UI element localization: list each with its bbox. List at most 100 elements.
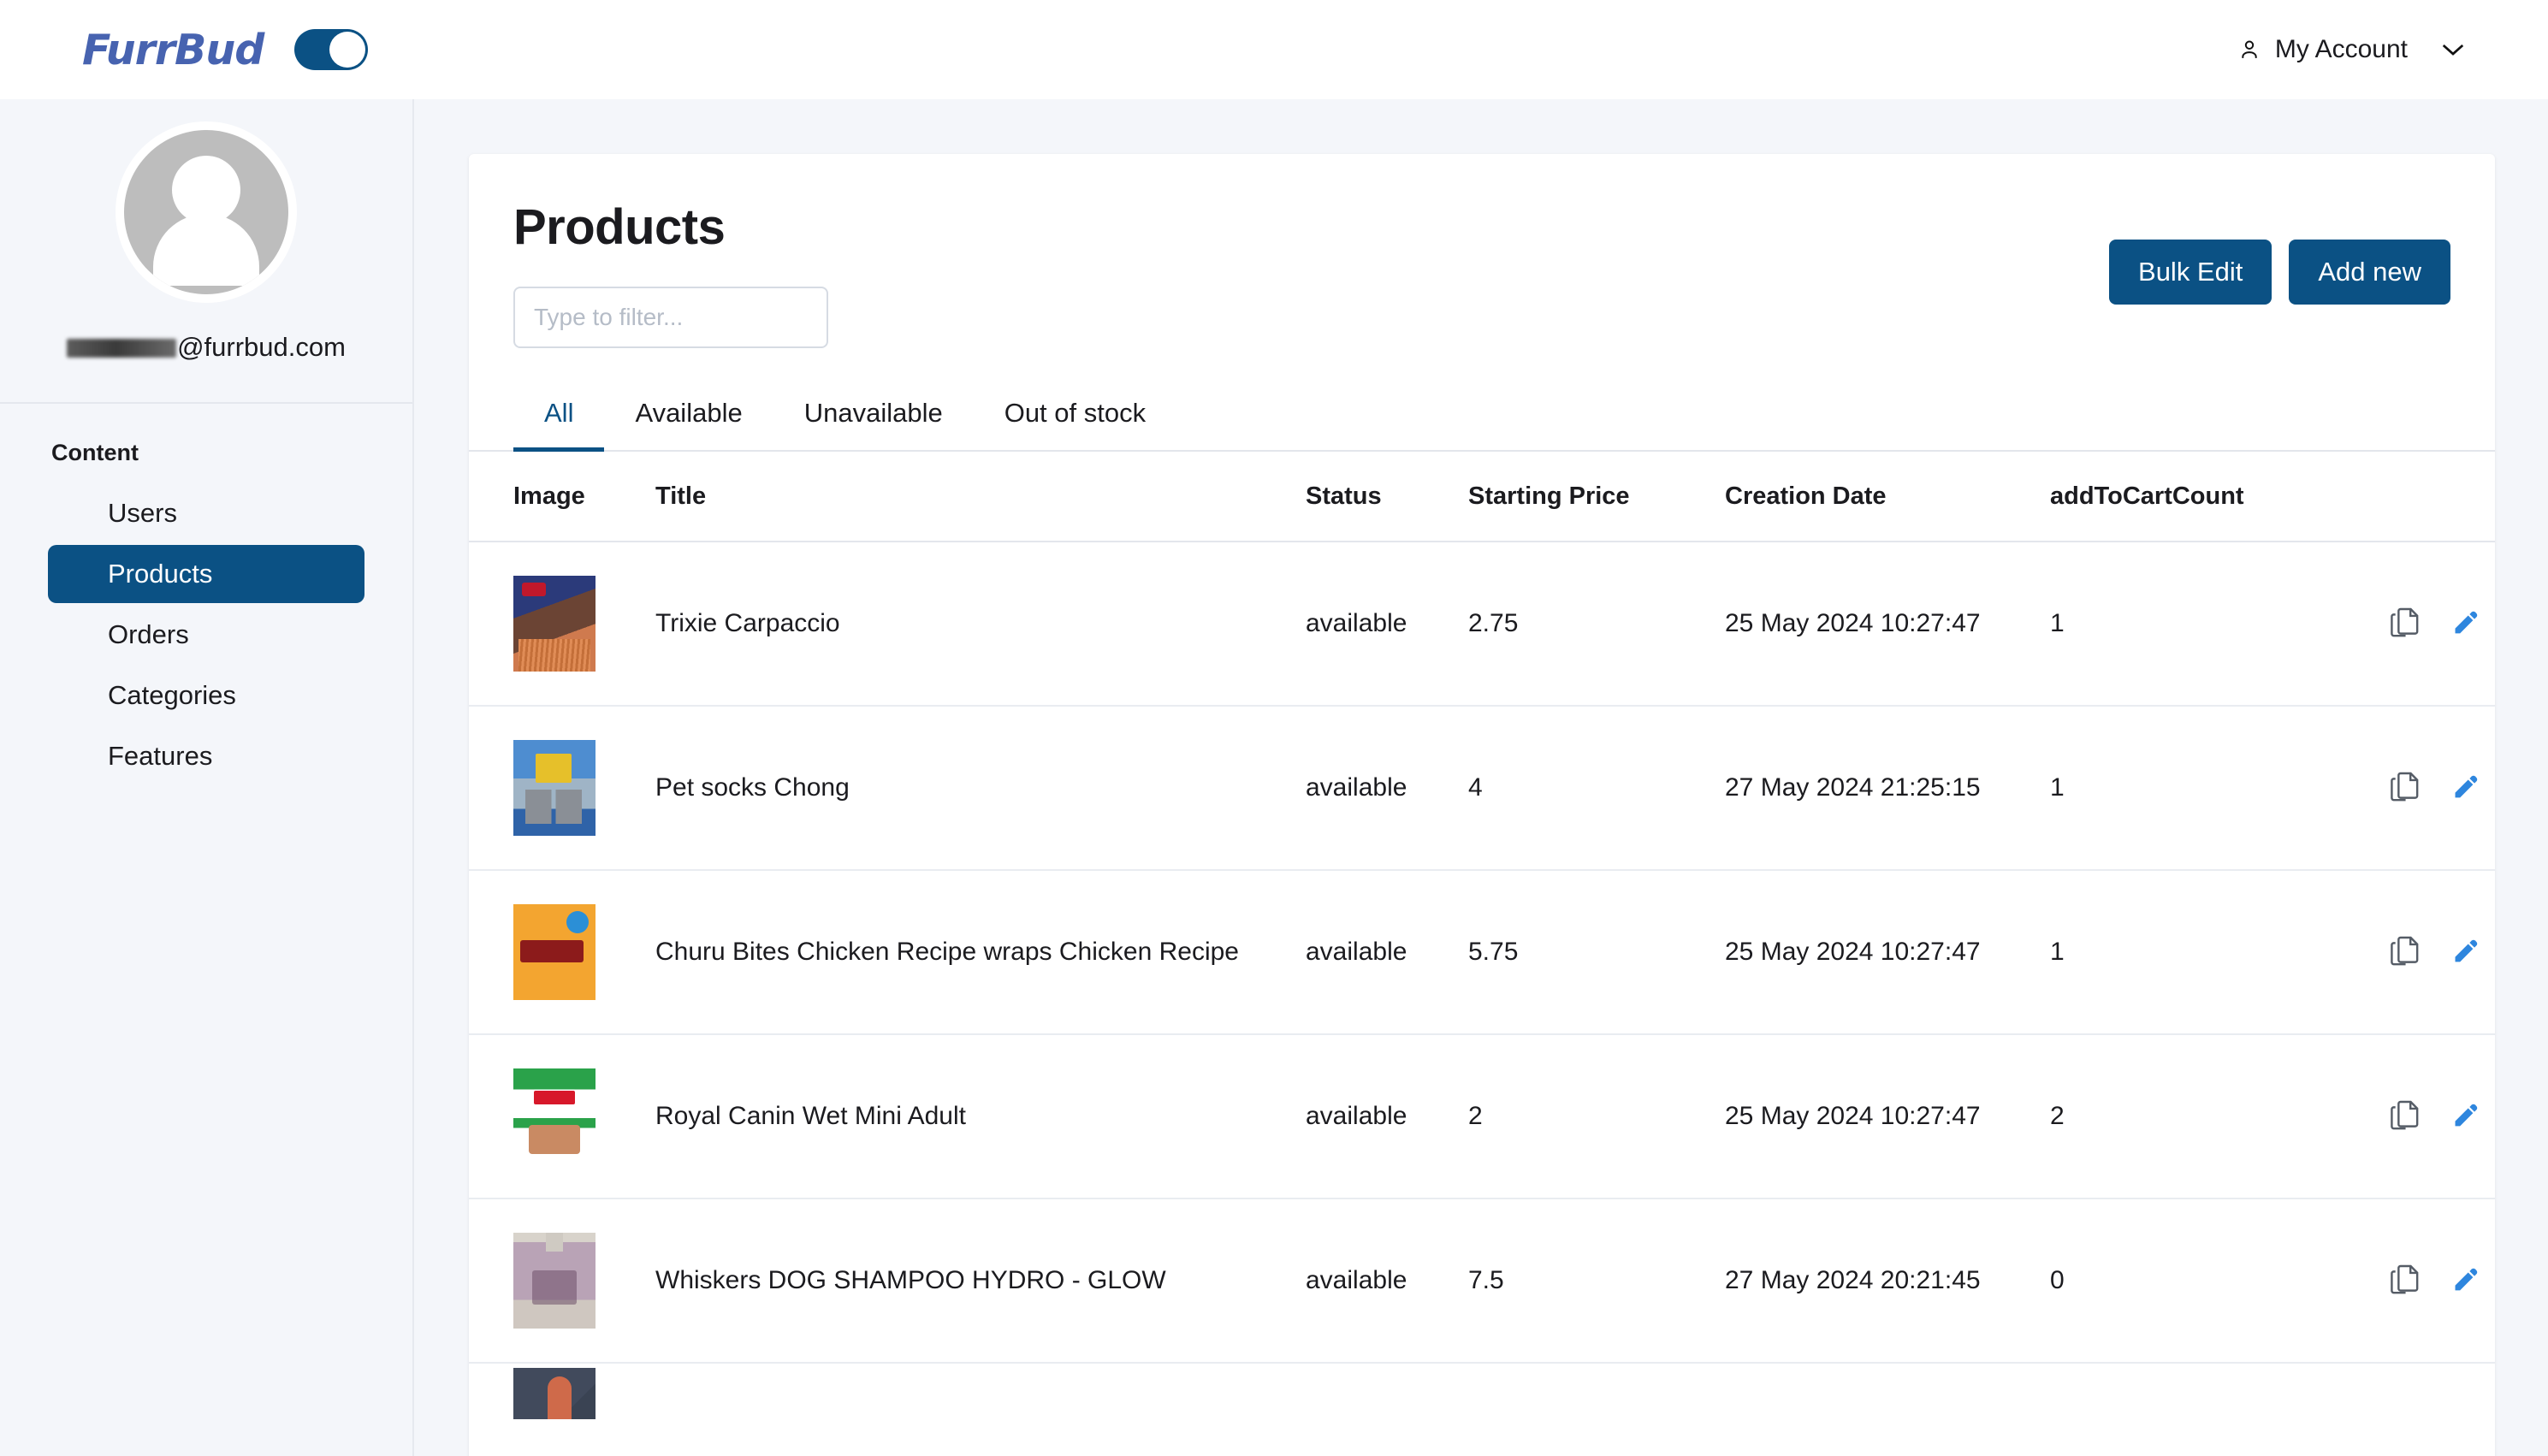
sidebar-nav: Content Users Products Orders Categories… bbox=[0, 404, 412, 785]
column-header-title[interactable]: Title bbox=[655, 452, 1306, 542]
column-header-add-to-cart-count[interactable]: addToCartCount bbox=[2050, 452, 2358, 542]
cell-title: Churu Bites Chicken Recipe wraps Chicken… bbox=[655, 870, 1306, 1034]
duplicate-button[interactable] bbox=[2391, 772, 2420, 804]
duplicate-icon bbox=[2391, 607, 2420, 640]
duplicate-icon bbox=[2391, 772, 2420, 804]
theme-toggle[interactable] bbox=[294, 29, 368, 70]
add-new-button[interactable]: Add new bbox=[2289, 240, 2450, 305]
brand-logo[interactable]: FurrBud 🐾 bbox=[82, 26, 264, 74]
cell-image bbox=[469, 1199, 655, 1363]
cell-title: Pet socks Chong bbox=[655, 706, 1306, 870]
product-thumbnail bbox=[513, 1368, 596, 1419]
tab-out-of-stock[interactable]: Out of stock bbox=[974, 386, 1176, 452]
cell-add-to-cart-count bbox=[2050, 1363, 2358, 1423]
table-body: Trixie Carpaccio available 2.75 25 May 2… bbox=[469, 542, 2495, 1423]
cell-created: 25 May 2024 10:27:47 bbox=[1725, 1034, 2050, 1199]
product-thumbnail bbox=[513, 576, 596, 672]
cell-price: 2 bbox=[1468, 1034, 1725, 1199]
cell-created: 27 May 2024 20:21:45 bbox=[1725, 1199, 2050, 1363]
product-thumbnail bbox=[513, 740, 596, 836]
cell-status: available bbox=[1306, 542, 1468, 706]
tab-unavailable[interactable]: Unavailable bbox=[773, 386, 974, 452]
column-header-status[interactable]: Status bbox=[1306, 452, 1468, 542]
edit-button[interactable] bbox=[2450, 936, 2480, 968]
product-thumbnail bbox=[513, 904, 596, 1000]
edit-button[interactable] bbox=[2450, 1264, 2480, 1297]
my-account-menu[interactable]: My Account bbox=[2237, 35, 2466, 64]
sidebar-item-orders[interactable]: Orders bbox=[48, 606, 364, 664]
sidebar-item-products[interactable]: Products bbox=[48, 545, 364, 603]
cell-created: 25 May 2024 10:27:47 bbox=[1725, 870, 2050, 1034]
product-thumbnail bbox=[513, 1068, 596, 1164]
cell-image bbox=[469, 1363, 655, 1423]
status-tabs: All Available Unavailable Out of stock bbox=[469, 386, 2495, 452]
top-bar: FurrBud 🐾 My Account bbox=[0, 0, 2548, 99]
main-content: Products Bulk Edit Add new All Available… bbox=[416, 99, 2548, 1456]
card-header: Products Bulk Edit Add new bbox=[469, 154, 2495, 348]
cell-actions bbox=[2358, 1034, 2495, 1199]
cell-price: 4 bbox=[1468, 706, 1725, 870]
avatar-body bbox=[153, 214, 259, 286]
cell-actions bbox=[2358, 542, 2495, 706]
cell-add-to-cart-count: 0 bbox=[2050, 1199, 2358, 1363]
edit-button[interactable] bbox=[2450, 772, 2480, 804]
cell-title bbox=[655, 1363, 1306, 1423]
filter-input[interactable] bbox=[513, 287, 828, 348]
edit-pencil-icon bbox=[2450, 608, 2480, 639]
cell-image bbox=[469, 870, 655, 1034]
account-label: My Account bbox=[2275, 35, 2408, 64]
paw-print-icon: 🐾 bbox=[2539, 0, 2548, 7]
duplicate-button[interactable] bbox=[2391, 1100, 2420, 1133]
cell-status: available bbox=[1306, 870, 1468, 1034]
cell-title: Whiskers DOG SHAMPOO HYDRO - GLOW bbox=[655, 1199, 1306, 1363]
logo-text: FurrBud bbox=[82, 26, 264, 74]
edit-button[interactable] bbox=[2450, 1100, 2480, 1133]
column-header-creation-date[interactable]: Creation Date bbox=[1725, 452, 2050, 542]
duplicate-button[interactable] bbox=[2391, 607, 2420, 640]
table-row[interactable]: Royal Canin Wet Mini Adult available 2 2… bbox=[469, 1034, 2495, 1199]
column-header-image[interactable]: Image bbox=[469, 452, 655, 542]
cell-price: 7.5 bbox=[1468, 1199, 1725, 1363]
cell-actions bbox=[2358, 706, 2495, 870]
tab-available[interactable]: Available bbox=[604, 386, 773, 452]
table-row[interactable]: Whiskers DOG SHAMPOO HYDRO - GLOW availa… bbox=[469, 1199, 2495, 1363]
product-thumbnail bbox=[513, 1233, 596, 1329]
duplicate-icon bbox=[2391, 1264, 2420, 1297]
table-header: Image Title Status Starting Price Creati… bbox=[469, 452, 2495, 542]
table-row[interactable]: Pet socks Chong available 4 27 May 2024 … bbox=[469, 706, 2495, 870]
profile-card: @furrbud.com bbox=[0, 99, 412, 404]
cell-actions bbox=[2358, 1363, 2495, 1423]
column-header-starting-price[interactable]: Starting Price bbox=[1468, 452, 1725, 542]
cell-status: available bbox=[1306, 706, 1468, 870]
duplicate-button[interactable] bbox=[2391, 936, 2420, 968]
edit-button[interactable] bbox=[2450, 607, 2480, 640]
duplicate-button[interactable] bbox=[2391, 1264, 2420, 1297]
sidebar-item-categories[interactable]: Categories bbox=[48, 666, 364, 725]
cell-created bbox=[1725, 1363, 2050, 1423]
user-email: @furrbud.com bbox=[0, 332, 412, 363]
table-row-partial[interactable] bbox=[469, 1363, 2495, 1423]
tab-all[interactable]: All bbox=[513, 386, 604, 452]
cell-created: 27 May 2024 21:25:15 bbox=[1725, 706, 2050, 870]
cell-add-to-cart-count: 1 bbox=[2050, 706, 2358, 870]
bulk-edit-button[interactable]: Bulk Edit bbox=[2109, 240, 2272, 305]
nav-group-content-label: Content bbox=[0, 440, 412, 482]
cell-add-to-cart-count: 2 bbox=[2050, 1034, 2358, 1199]
edit-pencil-icon bbox=[2450, 937, 2480, 968]
table-row[interactable]: Trixie Carpaccio available 2.75 25 May 2… bbox=[469, 542, 2495, 706]
sidebar: @furrbud.com Content Users Products Orde… bbox=[0, 99, 414, 1456]
partially-visible-product-image bbox=[513, 1368, 596, 1419]
sidebar-item-users[interactable]: Users bbox=[48, 484, 364, 542]
cell-add-to-cart-count: 1 bbox=[2050, 542, 2358, 706]
table-header-row: Image Title Status Starting Price Creati… bbox=[469, 452, 2495, 542]
table-row[interactable]: Churu Bites Chicken Recipe wraps Chicken… bbox=[469, 870, 2495, 1034]
redacted-email-local-part bbox=[67, 339, 176, 358]
chevron-down-icon[interactable] bbox=[2440, 41, 2466, 58]
churu-bites-package-image bbox=[513, 904, 596, 1000]
edit-pencil-icon bbox=[2450, 772, 2480, 803]
sidebar-item-features[interactable]: Features bbox=[48, 727, 364, 785]
cell-status: available bbox=[1306, 1034, 1468, 1199]
trixie-carpaccio-package-image bbox=[513, 576, 596, 672]
cell-image bbox=[469, 1034, 655, 1199]
toggle-knob bbox=[329, 32, 365, 68]
